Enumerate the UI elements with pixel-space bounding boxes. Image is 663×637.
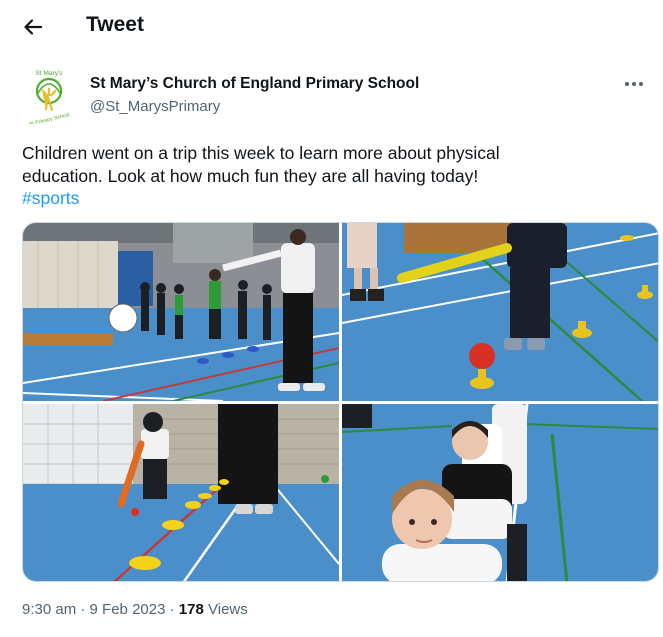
logo-arc-text-bottom: St Primary School xyxy=(29,112,71,124)
more-dots-icon xyxy=(625,82,643,86)
page-title: Tweet xyxy=(86,13,144,36)
tweet-text: Children went on a trip this week to lea… xyxy=(22,142,642,210)
tweet-media-grid xyxy=(22,222,659,582)
meta-separator: · xyxy=(80,601,86,618)
logo-arc-text-top: St Mary's xyxy=(36,70,64,77)
tweet-date[interactable]: 9 Feb 2023 xyxy=(90,601,166,618)
avatar[interactable]: St Mary's St Primary School xyxy=(22,66,76,128)
views-label: Views xyxy=(208,601,248,618)
author-handle[interactable]: @St_MarysPrimary xyxy=(90,98,220,115)
tree-logo-icon xyxy=(35,77,63,112)
views-count: 178 xyxy=(178,601,204,618)
arrow-left-icon xyxy=(24,19,43,35)
tweet-photo-1[interactable] xyxy=(23,223,339,401)
back-button[interactable] xyxy=(16,10,50,44)
tweet-photo-3[interactable] xyxy=(23,404,339,581)
tweet-meta: 9:30 am · 9 Feb 2023 · 178 Views xyxy=(22,601,248,618)
tweet-author: St Mary's St Primary School St Mary’s Ch… xyxy=(22,66,643,128)
school-logo: St Mary's St Primary School xyxy=(29,70,71,128)
hashtag-link[interactable]: #sports xyxy=(22,187,642,210)
more-options-button[interactable] xyxy=(620,74,648,94)
tweet-photo-4[interactable] xyxy=(342,404,658,581)
tweet-text-line-1: Children went on a trip this week to lea… xyxy=(22,143,500,163)
author-name[interactable]: St Mary’s Church of England Primary Scho… xyxy=(90,75,419,93)
meta-separator-2: · xyxy=(169,601,175,618)
top-bar: Tweet xyxy=(0,0,663,52)
tweet-photo-2[interactable] xyxy=(342,223,658,401)
tweet-time[interactable]: 9:30 am xyxy=(22,601,76,618)
tweet-text-line-2: education. Look at how much fun they are… xyxy=(22,165,479,186)
